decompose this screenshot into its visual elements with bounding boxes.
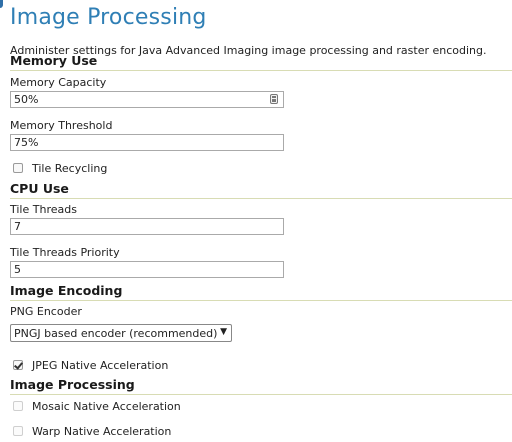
memory-threshold-input[interactable]: 75%: [10, 134, 284, 151]
mosaic-native-checkbox[interactable]: [13, 401, 23, 411]
png-encoder-label: PNG Encoder: [10, 305, 82, 318]
memory-capacity-value: 50%: [14, 93, 39, 106]
memory-threshold-label: Memory Threshold: [10, 119, 113, 132]
mosaic-native-label: Mosaic Native Acceleration: [32, 399, 181, 413]
warp-native-label: Warp Native Acceleration: [32, 424, 172, 438]
section-heading-cpu-use: CPU Use: [10, 181, 512, 199]
page-title: Image Processing: [10, 5, 207, 30]
warp-native-checkbox[interactable]: [13, 426, 23, 436]
section-heading-memory-use: Memory Use: [10, 53, 512, 71]
tile-threads-priority-input[interactable]: 5: [10, 261, 284, 278]
tile-recycling-label: Tile Recycling: [32, 161, 108, 175]
section-heading-image-processing: Image Processing: [10, 377, 512, 395]
tile-threads-value: 7: [14, 220, 21, 233]
png-encoder-selected: PNGJ based encoder (recommended): [14, 326, 218, 340]
tile-threads-label: Tile Threads: [10, 203, 77, 216]
field-widget-icon[interactable]: [270, 94, 278, 104]
memory-capacity-input[interactable]: 50%: [10, 91, 284, 108]
mosaic-native-row[interactable]: Mosaic Native Acceleration: [13, 399, 181, 413]
tile-recycling-row[interactable]: Tile Recycling: [13, 161, 107, 175]
warp-native-row[interactable]: Warp Native Acceleration: [13, 424, 171, 438]
jpeg-native-checkbox[interactable]: [13, 360, 23, 370]
jpeg-native-label: JPEG Native Acceleration: [32, 358, 169, 372]
memory-capacity-label: Memory Capacity: [10, 76, 107, 89]
jpeg-native-row[interactable]: JPEG Native Acceleration: [13, 358, 168, 372]
chevron-down-icon[interactable]: ▼: [220, 327, 227, 337]
tile-recycling-checkbox[interactable]: [13, 163, 23, 173]
corner-accent: [0, 0, 3, 8]
tile-threads-priority-value: 5: [14, 263, 21, 276]
memory-threshold-value: 75%: [14, 136, 39, 149]
png-encoder-select[interactable]: PNGJ based encoder (recommended) ▼: [10, 324, 232, 342]
tile-threads-input[interactable]: 7: [10, 218, 284, 235]
section-heading-image-encoding: Image Encoding: [10, 283, 512, 301]
tile-threads-priority-label: Tile Threads Priority: [10, 246, 120, 259]
